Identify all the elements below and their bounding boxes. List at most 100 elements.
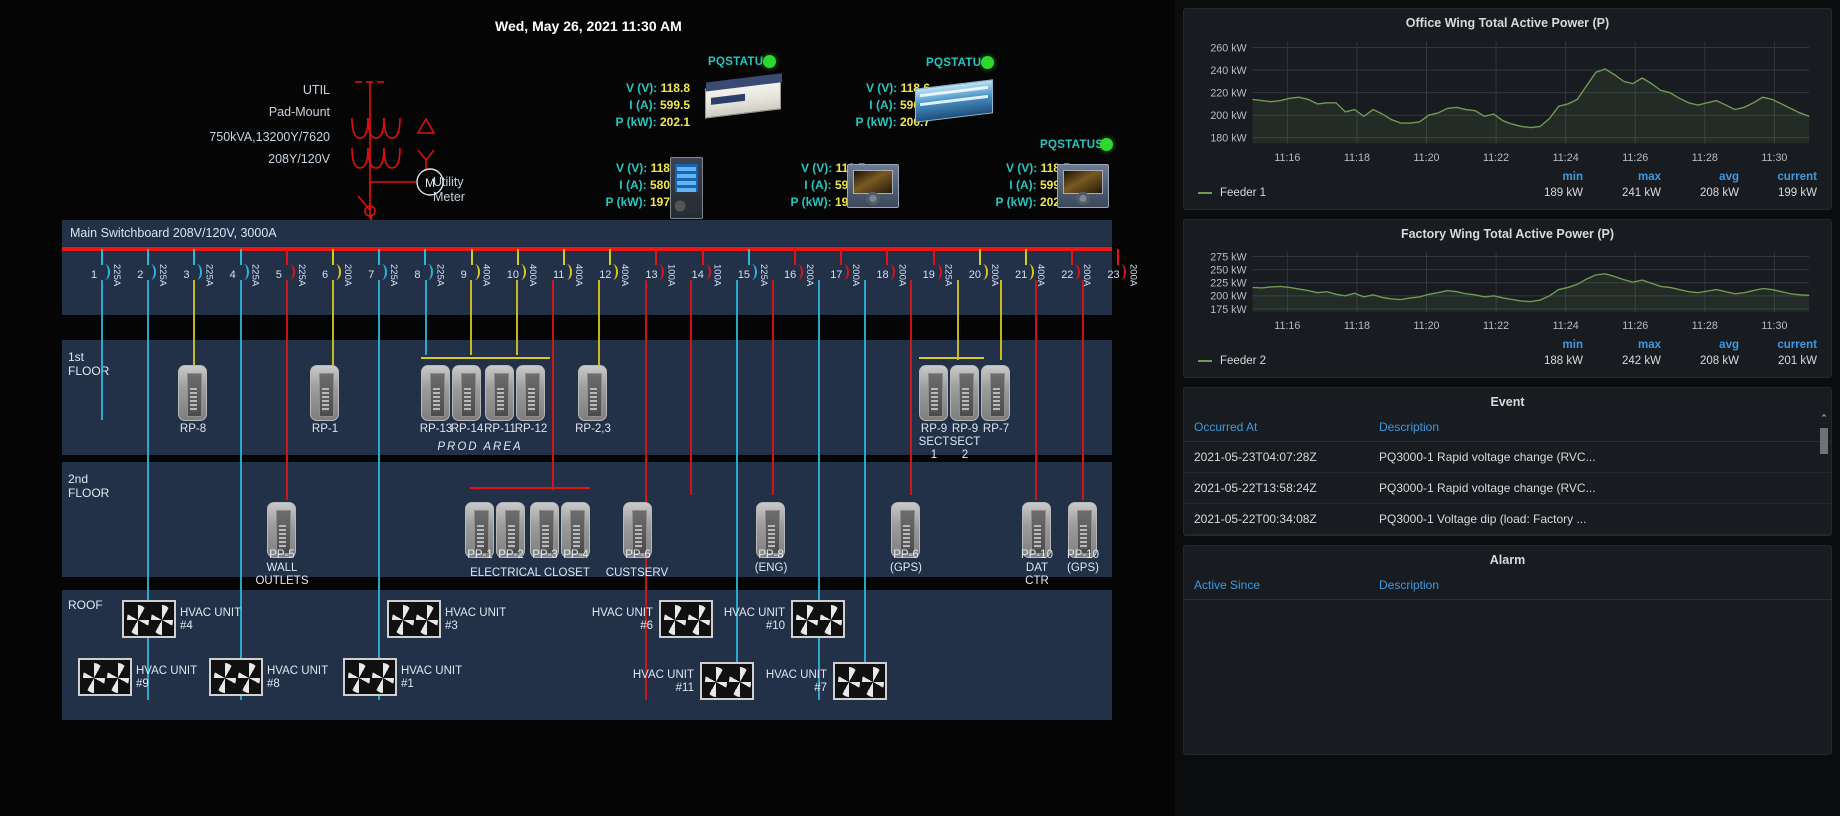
device-ion-meter (705, 79, 781, 118)
panel-label-line: PP-10 (1048, 549, 1118, 562)
hvac-unit-icon[interactable] (122, 600, 176, 638)
svg-text:180 kW: 180 kW (1210, 133, 1247, 145)
breaker-number[interactable]: 3 (183, 269, 189, 281)
breaker-number[interactable]: 2 (137, 269, 143, 281)
breaker-number[interactable]: 1 (91, 269, 97, 281)
event-description: PQ3000-1 Rapid voltage change (RVC... (1369, 473, 1831, 504)
panel-device[interactable] (310, 365, 339, 421)
panel-bus-tap (919, 357, 984, 359)
hvac-unit-icon[interactable] (659, 600, 713, 638)
meter-v-key: V (V): (801, 161, 832, 175)
panel-device[interactable] (452, 365, 481, 421)
breaker-number[interactable]: 4 (230, 269, 236, 281)
breaker-stub (332, 249, 334, 265)
breaker-symbol[interactable] (286, 264, 295, 280)
hvac-unit-label: HVAC UNIT#3 (445, 607, 506, 633)
table-row[interactable]: 2021-05-22T00:34:08ZPQ3000-1 Voltage dip… (1184, 504, 1831, 535)
breaker-rating: 225A (434, 264, 445, 286)
svg-text:200 kW: 200 kW (1210, 291, 1247, 303)
hvac-unit-icon[interactable] (209, 658, 263, 696)
event-col-description[interactable]: Description (1369, 413, 1831, 442)
scrollbar-thumb[interactable] (1820, 428, 1828, 454)
breaker-number[interactable]: 8 (414, 269, 420, 281)
meter-i-key: I (A): (629, 98, 656, 112)
breaker-stub (147, 249, 149, 265)
legend-line-icon (1198, 192, 1212, 194)
svg-text:11:26: 11:26 (1622, 152, 1648, 164)
breaker-symbol[interactable] (240, 264, 249, 280)
panel-device[interactable] (421, 365, 450, 421)
meter-p-key: P (kW): (616, 115, 657, 129)
hvac-unit-icon[interactable] (78, 658, 132, 696)
hvac-label-line: #10 (719, 620, 785, 633)
riser-line (286, 280, 288, 500)
panel-label: RP-7 (961, 423, 1031, 436)
hvac-unit-icon[interactable] (700, 662, 754, 700)
hvac-unit-icon[interactable] (833, 662, 887, 700)
event-table-header-row: Occurred At Description (1184, 413, 1831, 442)
hvac-label-line: #6 (587, 620, 653, 633)
breaker-number[interactable]: 6 (322, 269, 328, 281)
riser-line (957, 280, 959, 360)
panel-device[interactable] (950, 365, 979, 421)
panel-device[interactable] (485, 365, 514, 421)
breaker-symbol[interactable] (1117, 264, 1126, 280)
event-table: Occurred At Description 2021-05-23T04:07… (1184, 413, 1831, 535)
event-scrollbar[interactable]: ⌃ (1820, 414, 1828, 490)
breaker-stub (933, 249, 935, 265)
table-row[interactable]: 2021-05-22T13:58:24ZPQ3000-1 Rapid volta… (1184, 473, 1831, 504)
riser-line (645, 280, 647, 700)
panel-label-line: (GPS) (1048, 562, 1118, 575)
panel-label-line: WALL (247, 562, 317, 575)
stat-max-header: max (1583, 171, 1661, 183)
stat-current-header: current (1739, 171, 1817, 183)
meter-v-key: V (V): (626, 81, 657, 95)
chart-plot-factory: 175 kW200 kW225 kW250 kW275 kW11:1611:18… (1184, 245, 1831, 337)
breaker-symbol[interactable] (748, 264, 757, 280)
hvac-unit-icon[interactable] (387, 600, 441, 638)
event-col-occurred-at[interactable]: Occurred At (1184, 413, 1369, 442)
svg-text:11:22: 11:22 (1483, 152, 1509, 164)
meter-readout-2: V (V): 118.6 I (A): 596.4 P (kW): 200.7 (810, 80, 930, 131)
stat-max-value: 241 kW (1583, 187, 1661, 199)
breaker-symbol[interactable] (702, 264, 711, 280)
stat-avg-value: 208 kW (1661, 355, 1739, 367)
riser-line (598, 280, 600, 370)
breaker-number[interactable]: 5 (276, 269, 282, 281)
breaker-symbol[interactable] (933, 264, 942, 280)
breaker-rating: 200A (1127, 264, 1138, 286)
alarm-col-active-since[interactable]: Active Since (1184, 571, 1369, 600)
breaker-stub (1025, 249, 1027, 265)
chart-legend-row-feeder2[interactable]: Feeder 2 188 kW 242 kW 208 kW 201 kW (1184, 353, 1831, 377)
breaker-stub (424, 249, 426, 265)
scroll-up-icon[interactable]: ⌃ (1820, 414, 1828, 423)
alarm-panel: Alarm Active Since Description (1183, 545, 1832, 755)
breaker-symbol[interactable] (517, 264, 526, 280)
panel-device[interactable] (178, 365, 207, 421)
alarm-col-description[interactable]: Description (1369, 571, 1831, 600)
panel-label: PP-6 (603, 549, 673, 562)
table-row[interactable]: 2021-05-23T04:07:28ZPQ3000-1 Rapid volta… (1184, 442, 1831, 473)
svg-text:175 kW: 175 kW (1210, 304, 1247, 316)
panel-bus-tap (421, 357, 486, 359)
breaker-symbol[interactable] (979, 264, 988, 280)
panel-device[interactable] (516, 365, 545, 421)
meter-readout-5: V (V): 118.7 I (A): 599.4 P (kW): 202.0 (950, 160, 1070, 211)
riser-line (332, 280, 334, 370)
panel-device[interactable] (981, 365, 1010, 421)
breaker-rating: 225A (203, 264, 214, 286)
hvac-unit-icon[interactable] (343, 658, 397, 696)
panel-device[interactable] (578, 365, 607, 421)
chart-legend-row-feeder1[interactable]: Feeder 1 189 kW 241 kW 208 kW 199 kW (1184, 185, 1831, 209)
breaker-number[interactable]: 7 (368, 269, 374, 281)
svg-text:11:20: 11:20 (1413, 152, 1439, 164)
event-panel-title: Event (1184, 388, 1831, 413)
util-label: UTIL (230, 83, 330, 97)
breaker-symbol[interactable] (471, 264, 480, 280)
chart-title-office: Office Wing Total Active Power (P) (1184, 9, 1831, 34)
hvac-unit-icon[interactable] (791, 600, 845, 638)
panel-device[interactable] (919, 365, 948, 421)
pqstatus-indicator-3 (1100, 138, 1113, 151)
breaker-number[interactable]: 9 (461, 269, 467, 281)
riser-line (1082, 280, 1084, 500)
